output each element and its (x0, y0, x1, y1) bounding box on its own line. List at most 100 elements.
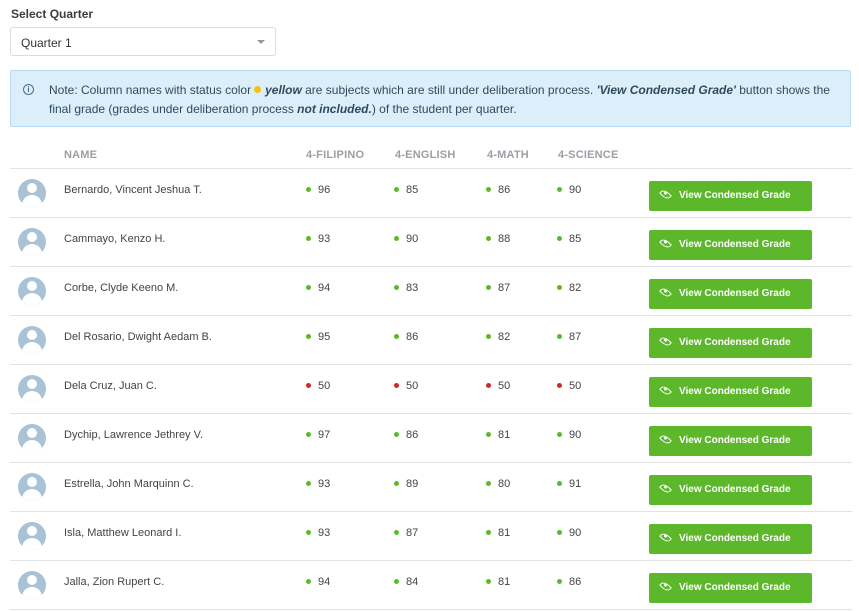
eye-icon (659, 530, 672, 544)
grade-status-dot (486, 529, 491, 535)
grade-status-dot (394, 333, 399, 339)
select-quarter-label: Select Quarter (11, 7, 94, 21)
grade-status-dot (486, 235, 491, 241)
grade-filipino: 95 (306, 331, 330, 343)
grade-value: 87 (406, 527, 419, 539)
chevron-down-icon (257, 40, 265, 44)
quarter-select[interactable]: Quarter 1 (10, 27, 276, 56)
table-row: Dychip, Lawrence Jethrey V. 97 86 81 90 View … (10, 414, 852, 463)
quarter-select-value: Quarter 1 (21, 36, 72, 50)
column-header-science: 4-SCIENCE (558, 149, 619, 161)
grade-value: 86 (406, 331, 419, 343)
avatar (18, 277, 46, 305)
grade-english: 86 (394, 429, 418, 441)
grade-status-dot (306, 578, 311, 584)
view-condensed-grade-button[interactable]: View Condensed Grade (649, 524, 812, 554)
grade-math: 88 (486, 233, 510, 245)
grade-status-dot (394, 235, 399, 241)
button-label: View Condensed Grade (679, 239, 791, 250)
grade-value: 50 (498, 380, 511, 392)
grade-math: 81 (486, 527, 510, 539)
grade-status-dot (306, 431, 311, 437)
grade-status-dot (486, 333, 491, 339)
eye-icon (659, 579, 672, 593)
table-row: Estrella, John Marquinn C. 93 89 80 91 View C… (10, 463, 852, 512)
button-label: View Condensed Grade (679, 484, 791, 495)
avatar (18, 424, 46, 452)
view-condensed-grade-button[interactable]: View Condensed Grade (649, 475, 812, 505)
grade-value: 50 (569, 380, 582, 392)
grade-science: 50 (557, 380, 581, 392)
grade-status-dot (306, 529, 311, 535)
table-row: Dela Cruz, Juan C. 50 50 50 50 View Condensed… (10, 365, 852, 414)
grade-value: 90 (569, 527, 582, 539)
grade-science: 90 (557, 527, 581, 539)
grade-status-dot (486, 480, 491, 486)
grade-math: 87 (486, 282, 510, 294)
grade-status-dot (557, 431, 562, 437)
view-condensed-grade-button[interactable]: View Condensed Grade (649, 426, 812, 456)
avatar (18, 326, 46, 354)
grade-value: 87 (498, 282, 511, 294)
column-header-math: 4-MATH (487, 149, 529, 161)
view-condensed-grade-button[interactable]: View Condensed Grade (649, 328, 812, 358)
grade-status-dot (306, 480, 311, 486)
grade-value: 93 (318, 527, 331, 539)
view-condensed-grade-button[interactable]: View Condensed Grade (649, 230, 812, 260)
grade-filipino: 94 (306, 576, 330, 588)
view-condensed-grade-button[interactable]: View Condensed Grade (649, 573, 812, 603)
grade-filipino: 50 (306, 380, 330, 392)
student-name: Del Rosario, Dwight Aedam B. (64, 331, 212, 343)
grade-status-dot (486, 578, 491, 584)
button-label: View Condensed Grade (679, 288, 791, 299)
grade-value: 82 (498, 331, 511, 343)
grade-value: 89 (406, 478, 419, 490)
view-condensed-grade-button[interactable]: View Condensed Grade (649, 181, 812, 211)
grade-english: 87 (394, 527, 418, 539)
grade-value: 83 (406, 282, 419, 294)
grade-status-dot (394, 431, 399, 437)
grade-math: 81 (486, 429, 510, 441)
grade-status-dot (557, 333, 562, 339)
view-condensed-grade-button[interactable]: View Condensed Grade (649, 279, 812, 309)
grade-value: 84 (406, 576, 419, 588)
grade-value: 86 (569, 576, 582, 588)
grade-math: 80 (486, 478, 510, 490)
grade-filipino: 93 (306, 527, 330, 539)
grade-science: 85 (557, 233, 581, 245)
eye-icon (659, 285, 672, 299)
grade-math: 50 (486, 380, 510, 392)
student-name: Bernardo, Vincent Jeshua T. (64, 184, 202, 196)
grade-value: 91 (569, 478, 582, 490)
button-label: View Condensed Grade (679, 386, 791, 397)
grade-status-dot (394, 186, 399, 192)
button-label: View Condensed Grade (679, 582, 791, 593)
eye-icon (659, 236, 672, 250)
grade-filipino: 97 (306, 429, 330, 441)
student-name: Jalla, Zion Rupert C. (64, 576, 165, 588)
grade-status-dot (557, 480, 562, 486)
grade-status-dot (486, 382, 491, 388)
avatar (18, 571, 46, 599)
grade-science: 87 (557, 331, 581, 343)
grade-status-dot (557, 235, 562, 241)
grade-value: 97 (318, 429, 331, 441)
grade-value: 90 (406, 233, 419, 245)
eye-icon (659, 187, 672, 201)
grade-filipino: 93 (306, 233, 330, 245)
student-name: Dychip, Lawrence Jethrey V. (64, 429, 203, 441)
student-name: Estrella, John Marquinn C. (64, 478, 194, 490)
grade-status-dot (306, 284, 311, 290)
grade-value: 50 (406, 380, 419, 392)
grade-value: 81 (498, 576, 511, 588)
grade-value: 85 (406, 184, 419, 196)
grade-status-dot (394, 284, 399, 290)
avatar (18, 522, 46, 550)
grade-filipino: 93 (306, 478, 330, 490)
view-condensed-grade-button[interactable]: View Condensed Grade (649, 377, 812, 407)
grade-status-dot (394, 382, 399, 388)
student-name: Isla, Matthew Leonard I. (64, 527, 182, 539)
grade-value: 95 (318, 331, 331, 343)
grade-status-dot (306, 235, 311, 241)
grade-status-dot (394, 529, 399, 535)
